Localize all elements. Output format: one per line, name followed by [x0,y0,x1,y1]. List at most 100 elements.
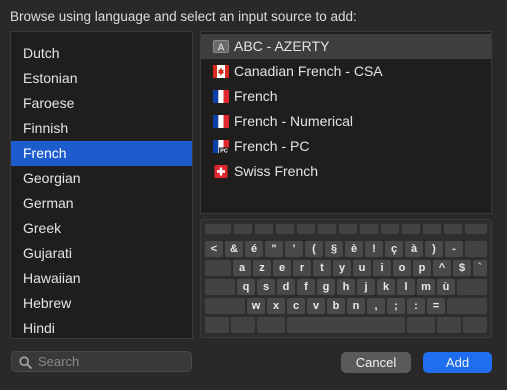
swiss-flag-icon [214,165,228,178]
key: b [327,298,345,314]
input-source-list[interactable]: A ABC - AZERTY Canadian French - CSA Fre… [200,31,492,214]
france-flag-pc-icon: PC [213,140,229,153]
letter-a-icon: A [213,40,229,53]
key: ' [285,241,303,257]
key: ` [473,260,487,276]
key-f8 [381,224,399,234]
key-f12 [465,224,487,234]
language-label: Greek [23,220,62,236]
key-arrows [463,317,487,333]
key: v [307,298,325,314]
key-f11 [444,224,462,234]
key: f [297,279,315,295]
key-right-shift [447,298,487,314]
source-item-french-pc[interactable]: PC French - PC [201,134,491,159]
key-f3 [276,224,294,234]
key: & [225,241,243,257]
key-fn [205,317,229,333]
language-item-gujarati[interactable]: Gujarati [11,241,192,266]
canada-flag-icon [213,65,229,78]
source-item-french-numerical[interactable]: French - Numerical [201,109,491,134]
language-item-hawaiian[interactable]: Hawaiian [11,266,192,291]
language-item-hindi[interactable]: Hindi [11,316,192,338]
key: à [405,241,423,257]
source-item-french[interactable]: French [201,84,491,109]
key-f5 [318,224,336,234]
key: g [317,279,335,295]
key: ; [387,298,405,314]
key: § [325,241,343,257]
language-label: French [23,145,67,161]
key: - [445,241,463,257]
key-option [257,317,285,333]
key: ( [305,241,323,257]
language-label: Finnish [23,120,69,136]
language-item-hebrew[interactable]: Hebrew [11,291,192,316]
key-f1 [234,224,252,234]
search-icon [19,356,32,369]
language-label: Faroese [23,95,75,111]
key: c [287,298,305,314]
key: è [345,241,363,257]
key: r [293,260,311,276]
source-label: French [234,88,278,104]
key: s [257,279,275,295]
source-item-swiss-french[interactable]: Swiss French [201,159,491,184]
source-item-canadian-french-csa[interactable]: Canadian French - CSA [201,59,491,84]
key: ç [385,241,403,257]
language-label: Gujarati [23,245,73,261]
key: é [245,241,263,257]
search-input[interactable]: Search [11,351,192,372]
language-item-dutch[interactable]: Dutch [11,41,192,66]
language-item-french[interactable]: French [11,141,192,166]
key: k [377,279,395,295]
key-control [231,317,255,333]
language-item-faroese[interactable]: Faroese [11,91,192,116]
key: p [413,260,431,276]
language-label: Hindi [23,320,55,336]
key: , [367,298,385,314]
source-label: Canadian French - CSA [234,63,383,79]
key-right-option [437,317,461,333]
key: $ [453,260,471,276]
key-tab [205,260,231,276]
key-left-shift [205,298,245,314]
key: i [373,260,391,276]
france-flag-icon [213,90,229,103]
key: < [205,241,223,257]
key: q [237,279,255,295]
language-item-estonian[interactable]: Estonian [11,66,192,91]
keyboard-layout-preview: < & é " ' ( § è ! ç à ) - a z e r t y u … [200,219,492,338]
key-f7 [360,224,378,234]
language-item-georgian[interactable]: Georgian [11,166,192,191]
dialog-prompt: Browse using language and select an inpu… [10,9,357,24]
source-label: ABC - AZERTY [234,38,330,54]
language-label: German [23,195,74,211]
key: ) [425,241,443,257]
key: = [427,298,445,314]
key: n [347,298,365,314]
key: ^ [433,260,451,276]
key: ! [365,241,383,257]
language-item-finnish[interactable]: Finnish [11,116,192,141]
france-flag-icon [213,115,229,128]
language-item-greek[interactable]: Greek [11,216,192,241]
cancel-button[interactable]: Cancel [341,352,411,373]
key-return [457,279,487,295]
source-item-abc-azerty[interactable]: A ABC - AZERTY [201,34,491,59]
language-label: Estonian [23,70,78,86]
language-label: Dutch [23,45,60,61]
language-label: Hawaiian [23,270,81,286]
key: ù [437,279,455,295]
key: u [353,260,371,276]
key: x [267,298,285,314]
add-button[interactable]: Add [423,352,492,373]
language-list[interactable]: Dutch Estonian Faroese Finnish French Ge… [10,31,193,339]
source-label: French - Numerical [234,113,354,129]
key: : [407,298,425,314]
key: e [273,260,291,276]
key: m [417,279,435,295]
language-item-german[interactable]: German [11,191,192,216]
key-f4 [297,224,315,234]
key-f6 [339,224,357,234]
